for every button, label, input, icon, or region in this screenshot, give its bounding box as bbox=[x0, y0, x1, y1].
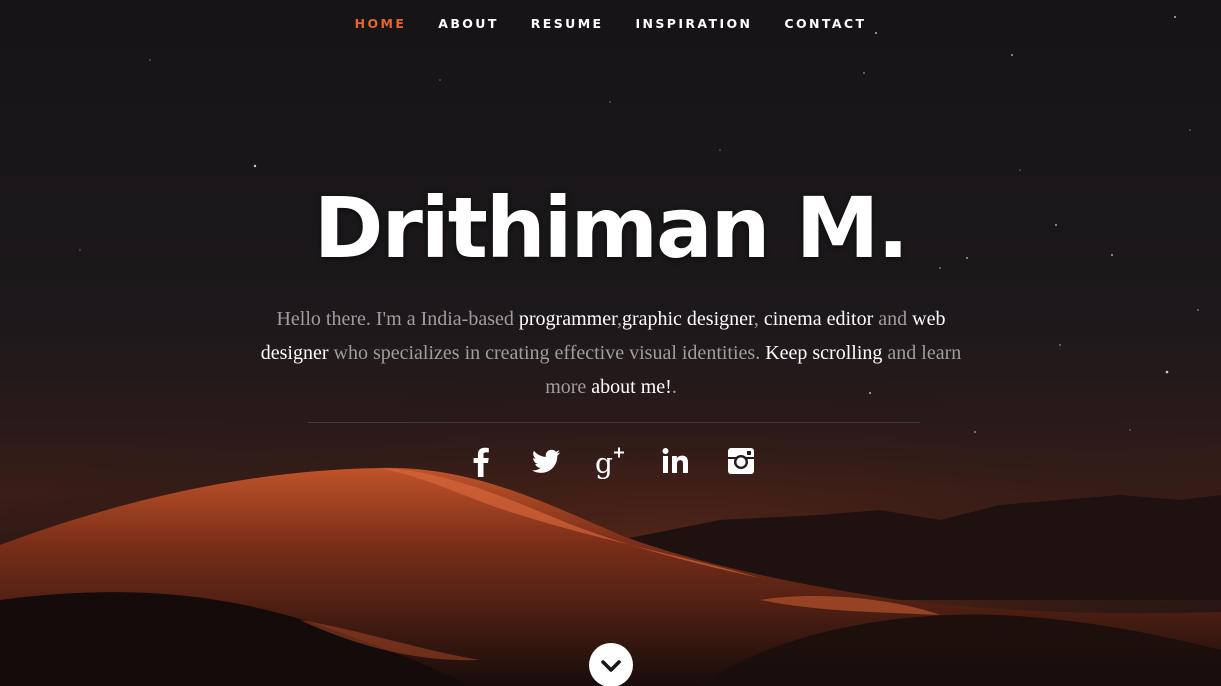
nav-about-link[interactable]: ABOUT bbox=[422, 15, 515, 33]
linkedin-icon bbox=[662, 448, 688, 473]
google-plus-icon: g bbox=[595, 447, 624, 480]
nav-inspiration-link[interactable]: INSPIRATION bbox=[619, 15, 768, 33]
nav-home-link[interactable]: HOME bbox=[339, 15, 423, 33]
intro-highlight-cinema-editor: cinema editor bbox=[763, 308, 874, 330]
intro-text: Hello there. I'm a India-based bbox=[276, 308, 519, 330]
hero-intro: Hello there. I'm a India-based programme… bbox=[255, 302, 967, 404]
intro-highlight-programmer: programmer bbox=[518, 308, 617, 330]
linkedin-link[interactable] bbox=[656, 441, 696, 481]
nav-resume-link[interactable]: RESUME bbox=[515, 15, 620, 33]
intro-text: , bbox=[753, 308, 764, 330]
hero-title: Drithiman M. bbox=[313, 179, 909, 277]
nav-contact-link[interactable]: CONTACT bbox=[768, 15, 882, 33]
intro-text: who specializes in creating effective vi… bbox=[328, 342, 766, 364]
social-links: g bbox=[0, 441, 1221, 481]
chevron-down-icon bbox=[601, 660, 621, 672]
page: HOME ABOUT RESUME INSPIRATION CONTACT Dr… bbox=[0, 0, 1221, 686]
scroll-down-button[interactable] bbox=[589, 643, 633, 686]
facebook-icon bbox=[473, 447, 489, 477]
google-plus-link[interactable]: g bbox=[591, 441, 631, 481]
intro-highlight-graphic-designer: graphic designer bbox=[621, 308, 754, 330]
intro-text: . bbox=[671, 376, 677, 398]
main-nav: HOME ABOUT RESUME INSPIRATION CONTACT bbox=[0, 15, 1221, 33]
instagram-link[interactable] bbox=[721, 441, 761, 481]
twitter-icon bbox=[531, 449, 560, 473]
facebook-link[interactable] bbox=[461, 441, 501, 481]
svg-text:g: g bbox=[595, 447, 613, 480]
twitter-link[interactable] bbox=[526, 441, 566, 481]
intro-text: and bbox=[873, 308, 913, 330]
hero-divider bbox=[308, 422, 920, 423]
keep-scrolling-link[interactable]: Keep scrolling bbox=[765, 342, 882, 364]
instagram-icon bbox=[727, 448, 754, 474]
about-me-link[interactable]: about me! bbox=[591, 376, 672, 398]
